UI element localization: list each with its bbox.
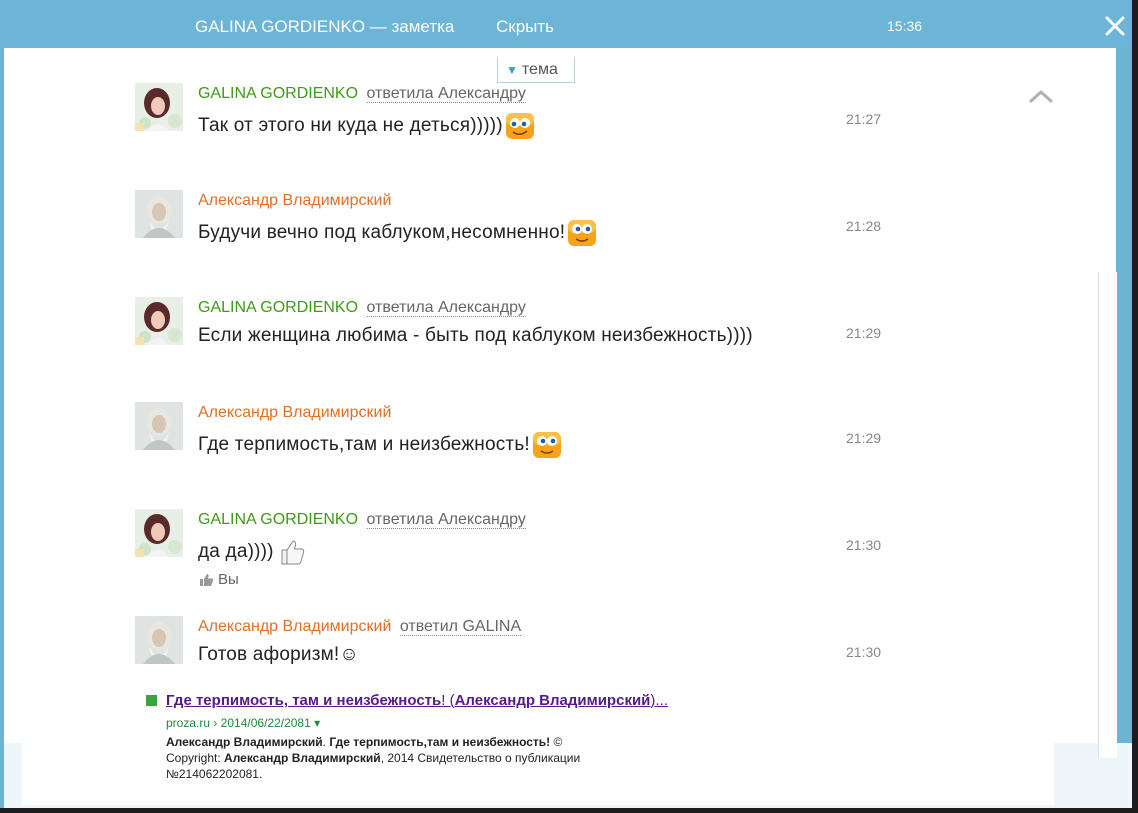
- like-label: Вы: [218, 571, 239, 588]
- googly-eyes-emoji-icon: [567, 218, 597, 248]
- collapse-up-icon[interactable]: [1028, 88, 1054, 109]
- snippet-quote: Где терпимость,там и неизбежность!: [329, 735, 551, 749]
- snippet-line-2: Copyright: Александр Владимирский, 2014 …: [166, 751, 580, 765]
- like-indicator[interactable]: Вы: [198, 571, 239, 588]
- thumbs-up-icon: [200, 574, 214, 587]
- reply-link[interactable]: ответил GALINA: [399, 618, 522, 636]
- snippet-copyright-sign: ©: [550, 735, 563, 749]
- snippet-title-author[interactable]: Александр Владимирский: [455, 692, 651, 709]
- reply-link[interactable]: ответила Александру: [366, 85, 526, 103]
- chat-message: Александр Владимирский Где терпимость,та…: [135, 402, 895, 492]
- avatar-alexander[interactable]: [135, 190, 183, 238]
- message-text: Готов афоризм!☺: [198, 644, 359, 665]
- snippet-line-1: Александр Владимирский. Где терпимость,т…: [166, 735, 562, 749]
- avatar-galina[interactable]: [135, 83, 183, 131]
- snippet-line-3: №214062202081.: [166, 767, 263, 781]
- close-icon[interactable]: [1102, 13, 1128, 39]
- googly-eyes-emoji-icon: [532, 430, 562, 460]
- avatar-alexander[interactable]: [135, 402, 183, 450]
- title-bar: GALINA GORDIENKO — заметка Скрыть 15:36: [0, 0, 1132, 48]
- message-time: 21:28: [846, 218, 882, 234]
- message-text: Если женщина любима - быть под каблуком …: [198, 325, 753, 346]
- avatar-galina[interactable]: [135, 297, 183, 345]
- clock-time: 15:36: [887, 18, 923, 34]
- message-text: да да)))): [198, 537, 306, 567]
- message-time: 21:30: [846, 537, 882, 553]
- author-name[interactable]: Александр Владимирский: [198, 618, 391, 635]
- topic-label: тема: [521, 61, 558, 78]
- message-time: 21:29: [846, 325, 882, 341]
- message-text: Будучи вечно под каблуком,несомненно!: [198, 218, 597, 248]
- message-time: 21:30: [846, 644, 882, 660]
- message-time: 21:29: [846, 430, 882, 446]
- wink-emoji-icon: [505, 111, 535, 141]
- snippet-author: Александр Владимирский: [166, 735, 323, 749]
- author-name[interactable]: GALINA GORDIENKO: [198, 299, 358, 316]
- reply-link[interactable]: ответила Александру: [366, 299, 526, 317]
- message-time: 21:27: [846, 111, 882, 127]
- avatar-galina[interactable]: [135, 509, 183, 557]
- author-name[interactable]: Александр Владимирский: [198, 192, 391, 209]
- snippet-copyright-label: Copyright:: [166, 751, 225, 765]
- message-text-content: да да)))): [198, 541, 274, 563]
- snippet-certificate-text: , 2014 Свидетельство о публикации: [380, 751, 581, 765]
- topic-tab[interactable]: ▼ тема: [497, 57, 575, 83]
- chat-message: GALINA GORDIENKO ответила Александру да …: [135, 509, 895, 599]
- snippet-title-end[interactable]: )...: [650, 692, 668, 709]
- snippet-title-link[interactable]: Где терпимость, там и неизбежность! (Але…: [166, 692, 668, 709]
- triangle-down-icon: ▼: [506, 63, 518, 77]
- scrollbar[interactable]: [1098, 272, 1117, 758]
- window-title: GALINA GORDIENKO — заметка: [195, 17, 455, 36]
- snippet-title-mid[interactable]: ! (: [441, 692, 454, 709]
- message-text-content: Где терпимость,там и неизбежность!: [198, 434, 530, 456]
- thumbs-up-emoji-icon: [276, 537, 306, 567]
- message-text-content: Так от этого ни куда не деться))))): [198, 115, 503, 137]
- chat-message: GALINA GORDIENKO ответила Александру Есл…: [135, 297, 895, 387]
- message-text-content: Будучи вечно под каблуком,несомненно!: [198, 222, 566, 244]
- author-name[interactable]: GALINA GORDIENKO: [198, 85, 358, 102]
- avatar-alexander[interactable]: [135, 616, 183, 664]
- author-name[interactable]: Александр Владимирский: [198, 404, 391, 421]
- snippet-copyright-author: Александр Владимирский: [224, 751, 381, 765]
- favicon-square-icon: [146, 695, 157, 706]
- message-text: Так от этого ни куда не деться))))): [198, 111, 535, 141]
- snippet-url[interactable]: proza.ru › 2014/06/22/2081 ▾: [166, 716, 320, 730]
- reply-link[interactable]: ответила Александру: [366, 511, 526, 529]
- hide-button[interactable]: Скрыть: [496, 17, 554, 37]
- chat-message: Александр Владимирский Будучи вечно под …: [135, 190, 895, 280]
- message-text: Где терпимость,там и неизбежность!: [198, 430, 562, 460]
- snippet-title-main[interactable]: Где терпимость, там и неизбежность: [166, 692, 441, 709]
- chat-message: GALINA GORDIENKO ответила Александру Так…: [135, 83, 895, 173]
- author-name[interactable]: GALINA GORDIENKO: [198, 511, 358, 528]
